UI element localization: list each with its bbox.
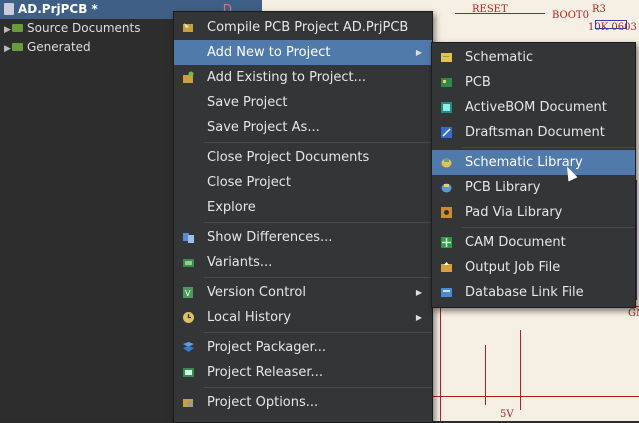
submenu-arrow-icon: ▶ — [415, 48, 422, 57]
sch-label-r3: R3 — [592, 4, 606, 15]
variants-icon — [183, 259, 194, 267]
menu-item-label: Pad Via Library — [465, 205, 563, 220]
menu-item-label: Close Project — [207, 175, 292, 190]
menu-item-label: Variants... — [207, 255, 273, 270]
folder-icon — [12, 43, 23, 51]
submenu-item-pcb-library[interactable]: PCB Library — [432, 175, 635, 200]
menu-item-label: Local History — [207, 310, 292, 325]
menu-item-label: PCB Library — [465, 180, 541, 195]
menu-item-label: CAM Document — [465, 235, 566, 250]
menu-separator — [204, 332, 432, 333]
history-icon — [183, 312, 194, 323]
menu-item-show-differences[interactable]: Show Differences... — [174, 225, 432, 250]
submenu-item-activebom[interactable]: ActiveBOM Document — [432, 95, 635, 120]
menu-item-compile[interactable]: Compile PCB Project AD.PrjPCB — [174, 15, 432, 40]
menu-item-label: Add New to Project — [207, 45, 331, 60]
menu-item-label: Project Packager... — [207, 340, 327, 355]
menu-item-project-packager[interactable]: Project Packager... — [174, 335, 432, 360]
menu-item-label: Version Control — [207, 285, 306, 300]
padvia-icon — [441, 207, 452, 218]
menu-item-add-existing[interactable]: Add Existing to Project... — [174, 65, 432, 90]
folder-icon — [12, 24, 23, 32]
submenu-item-pcb[interactable]: PCB — [432, 70, 635, 95]
outjob-icon — [441, 262, 452, 272]
submenu-item-output-job[interactable]: Output Job File — [432, 255, 635, 280]
menu-item-project-options[interactable]: Project Options... — [174, 390, 432, 415]
sch-label-gnd: GN — [628, 308, 639, 319]
compile-icon — [183, 23, 193, 32]
bom-icon — [441, 102, 452, 113]
menu-item-close-project-documents[interactable]: Close Project Documents — [174, 145, 432, 170]
submenu-item-draftsman[interactable]: Draftsman Document — [432, 120, 635, 145]
sch-wire — [455, 13, 545, 14]
submenu-item-cam-document[interactable]: CAM Document — [432, 230, 635, 255]
packager-icon — [183, 342, 194, 352]
tree-item-label: Generated — [27, 40, 91, 54]
sch-wire — [636, 180, 637, 300]
menu-item-local-history[interactable]: Local History ▶ — [174, 305, 432, 330]
project-title: AD.PrjPCB * — [18, 2, 98, 16]
menu-item-label: Save Project As... — [207, 120, 320, 135]
sch-border — [432, 396, 639, 397]
menu-item-label: PCB — [465, 75, 491, 90]
sch-label-boot0: BOOT0 — [552, 10, 589, 21]
menu-separator — [462, 227, 635, 228]
tree-item-label: Source Documents — [27, 21, 141, 35]
menu-item-close-project[interactable]: Close Project — [174, 170, 432, 195]
submenu-item-schematic[interactable]: Schematic — [432, 45, 635, 70]
schlib-icon — [441, 158, 452, 168]
svg-text:V: V — [185, 289, 191, 298]
version-control-icon: V — [183, 287, 193, 298]
menu-item-label: Database Link File — [465, 285, 584, 300]
submenu-arrow-icon: ▶ — [415, 288, 422, 297]
schematic-icon — [441, 53, 452, 62]
menu-item-label: Close Project Documents — [207, 150, 370, 165]
sch-border — [520, 330, 521, 410]
menu-item-save-project-as[interactable]: Save Project As... — [174, 115, 432, 140]
menu-item-label: ActiveBOM Document — [465, 100, 607, 115]
menu-separator — [204, 277, 432, 278]
menu-item-project-releaser[interactable]: Project Releaser... — [174, 360, 432, 385]
menu-item-add-new[interactable]: Add New to Project ▶ — [174, 40, 432, 65]
menu-item-label: Save Project — [207, 95, 288, 110]
sch-resistor — [595, 20, 627, 29]
project-context-menu: Compile PCB Project AD.PrjPCB Add New to… — [173, 11, 433, 423]
menu-item-save-project[interactable]: Save Project — [174, 90, 432, 115]
cam-icon — [441, 237, 452, 248]
add-existing-icon — [183, 71, 194, 83]
menu-separator — [462, 147, 635, 148]
releaser-icon — [183, 368, 194, 377]
menu-separator — [204, 142, 432, 143]
sch-label-5v: 5V — [500, 409, 514, 420]
menu-item-label: Project Options... — [207, 395, 319, 410]
sch-border — [440, 308, 441, 421]
menu-item-label: Show Differences... — [207, 230, 333, 245]
menu-item-label: Output Job File — [465, 260, 561, 275]
menu-item-explore[interactable]: Explore — [174, 195, 432, 220]
pcblib-icon — [441, 183, 452, 193]
submenu-item-database-link[interactable]: Database Link File — [432, 280, 635, 305]
differences-icon — [183, 233, 194, 243]
menu-separator — [204, 387, 432, 388]
submenu-item-schematic-library[interactable]: Schematic Library — [432, 150, 635, 175]
menu-item-label: Schematic — [465, 50, 534, 65]
pcb-icon — [441, 78, 452, 87]
menu-item-version-control[interactable]: V Version Control ▶ — [174, 280, 432, 305]
project-file-icon — [4, 3, 14, 15]
menu-item-label: Draftsman Document — [465, 125, 605, 140]
options-icon — [183, 399, 193, 407]
draftsman-icon — [441, 127, 452, 138]
menu-item-label: Add Existing to Project... — [207, 70, 366, 85]
dblink-icon — [441, 288, 452, 297]
menu-item-label: Project Releaser... — [207, 365, 323, 380]
expand-arrow-icon[interactable]: ▶ — [4, 40, 12, 59]
menu-item-label: Explore — [207, 200, 256, 215]
menu-item-label: Compile PCB Project AD.PrjPCB — [207, 20, 409, 35]
menu-separator — [204, 222, 432, 223]
menu-item-variants[interactable]: Variants... — [174, 250, 432, 275]
submenu-arrow-icon: ▶ — [415, 313, 422, 322]
submenu-item-pad-via-library[interactable]: Pad Via Library — [432, 200, 635, 225]
add-new-submenu: Schematic PCB ActiveBOM Document Draftsm… — [431, 42, 636, 308]
